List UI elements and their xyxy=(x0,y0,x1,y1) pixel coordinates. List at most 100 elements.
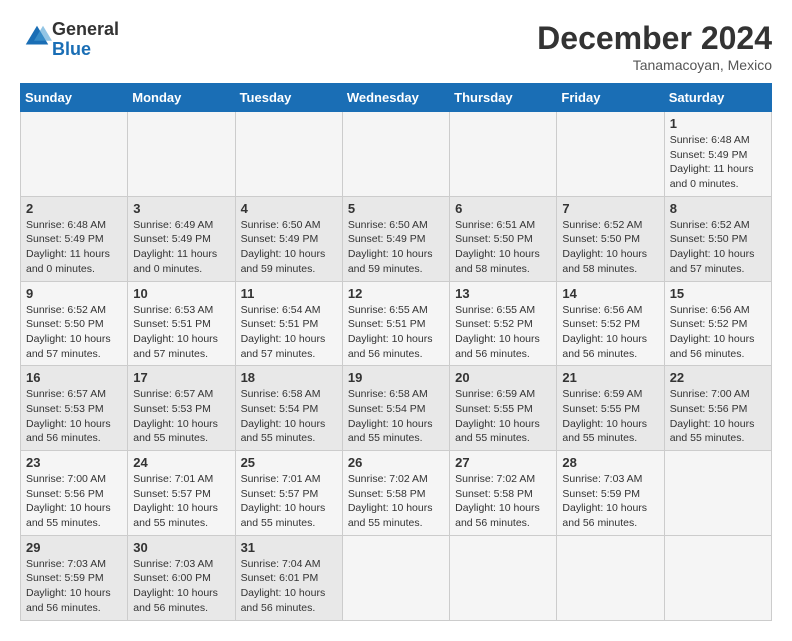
calendar-cell: 8Sunrise: 6:52 AMSunset: 5:50 PMDaylight… xyxy=(664,196,771,281)
day-info: Sunrise: 6:55 AMSunset: 5:52 PMDaylight:… xyxy=(455,303,551,362)
calendar-cell: 11 Sunrise: 6:54 AMSunset: 5:51 PMDayligh… xyxy=(235,281,342,366)
day-info: Sunrise: 6:54 AMSunset: 5:51 PMDaylight:… xyxy=(241,303,337,362)
day-info: Sunrise: 6:50 AMSunset: 5:49 PMDaylight:… xyxy=(241,218,337,277)
calendar-week-row: 16 Sunrise: 6:57 AMSunset: 5:53 PMDayligh… xyxy=(21,366,772,451)
day-number: 24 xyxy=(133,455,229,470)
day-info: Sunrise: 6:59 AMSunset: 5:55 PMDaylight:… xyxy=(455,387,551,446)
day-number: 19 xyxy=(348,370,444,385)
calendar-cell: 10 Sunrise: 6:53 AMSunset: 5:51 PMDayligh… xyxy=(128,281,235,366)
calendar-cell: 30 Sunrise: 7:03 AMSunset: 6:00 PMDayligh… xyxy=(128,535,235,620)
day-number: 29 xyxy=(26,540,122,555)
day-info: Sunrise: 6:58 AMSunset: 5:54 PMDaylight:… xyxy=(241,387,337,446)
day-info: Sunrise: 6:58 AMSunset: 5:54 PMDaylight:… xyxy=(348,387,444,446)
day-info: Sunrise: 7:00 AMSunset: 5:56 PMDaylight:… xyxy=(670,387,766,446)
day-info: Sunrise: 7:03 AMSunset: 6:00 PMDaylight:… xyxy=(133,557,229,616)
logo-icon xyxy=(22,22,52,52)
weekday-row: SundayMondayTuesdayWednesdayThursdayFrid… xyxy=(21,84,772,112)
weekday-header: Wednesday xyxy=(342,84,449,112)
calendar-cell: 16 Sunrise: 6:57 AMSunset: 5:53 PMDayligh… xyxy=(21,366,128,451)
day-number: 5 xyxy=(348,201,444,216)
calendar-cell: 26 Sunrise: 7:02 AMSunset: 5:58 PMDayligh… xyxy=(342,451,449,536)
day-number: 20 xyxy=(455,370,551,385)
day-info: Sunrise: 7:03 AMSunset: 5:59 PMDaylight:… xyxy=(26,557,122,616)
calendar-cell: 17Sunrise: 6:57 AMSunset: 5:53 PMDayligh… xyxy=(128,366,235,451)
weekday-header: Sunday xyxy=(21,84,128,112)
day-number: 12 xyxy=(348,286,444,301)
calendar-cell: 13 Sunrise: 6:55 AMSunset: 5:52 PMDayligh… xyxy=(450,281,557,366)
day-number: 15 xyxy=(670,286,766,301)
day-info: Sunrise: 6:57 AMSunset: 5:53 PMDaylight:… xyxy=(133,387,229,446)
logo: General Blue xyxy=(20,20,119,60)
day-info: Sunrise: 6:50 AMSunset: 5:49 PMDaylight:… xyxy=(348,218,444,277)
calendar-cell xyxy=(450,112,557,197)
day-number: 22 xyxy=(670,370,766,385)
day-number: 23 xyxy=(26,455,122,470)
day-number: 16 xyxy=(26,370,122,385)
day-info: Sunrise: 6:51 AMSunset: 5:50 PMDaylight:… xyxy=(455,218,551,277)
calendar-cell: 12Sunrise: 6:55 AMSunset: 5:51 PMDayligh… xyxy=(342,281,449,366)
day-info: Sunrise: 6:52 AMSunset: 5:50 PMDaylight:… xyxy=(562,218,658,277)
day-info: Sunrise: 6:53 AMSunset: 5:51 PMDaylight:… xyxy=(133,303,229,362)
day-info: Sunrise: 6:48 AMSunset: 5:49 PMDaylight:… xyxy=(670,133,766,192)
calendar-cell xyxy=(664,535,771,620)
calendar-cell: 1Sunrise: 6:48 AMSunset: 5:49 PMDaylight… xyxy=(664,112,771,197)
calendar-cell: 3Sunrise: 6:49 AMSunset: 5:49 PMDaylight… xyxy=(128,196,235,281)
calendar-week-row: 23Sunrise: 7:00 AMSunset: 5:56 PMDayligh… xyxy=(21,451,772,536)
calendar-cell: 20 Sunrise: 6:59 AMSunset: 5:55 PMDayligh… xyxy=(450,366,557,451)
day-info: Sunrise: 6:56 AMSunset: 5:52 PMDaylight:… xyxy=(562,303,658,362)
calendar-week-row: 1Sunrise: 6:48 AMSunset: 5:49 PMDaylight… xyxy=(21,112,772,197)
calendar-cell xyxy=(557,112,664,197)
calendar-cell: 6 Sunrise: 6:51 AMSunset: 5:50 PMDaylight… xyxy=(450,196,557,281)
weekday-header: Friday xyxy=(557,84,664,112)
day-info: Sunrise: 7:03 AMSunset: 5:59 PMDaylight:… xyxy=(562,472,658,531)
calendar-cell: 22 Sunrise: 7:00 AMSunset: 5:56 PMDayligh… xyxy=(664,366,771,451)
calendar-cell: 28Sunrise: 7:03 AMSunset: 5:59 PMDayligh… xyxy=(557,451,664,536)
day-number: 14 xyxy=(562,286,658,301)
calendar-week-row: 29 Sunrise: 7:03 AMSunset: 5:59 PMDayligh… xyxy=(21,535,772,620)
weekday-header: Monday xyxy=(128,84,235,112)
calendar-cell: 29 Sunrise: 7:03 AMSunset: 5:59 PMDayligh… xyxy=(21,535,128,620)
day-info: Sunrise: 6:57 AMSunset: 5:53 PMDaylight:… xyxy=(26,387,122,446)
day-info: Sunrise: 6:48 AMSunset: 5:49 PMDaylight:… xyxy=(26,218,122,277)
day-number: 7 xyxy=(562,201,658,216)
calendar-cell: 23Sunrise: 7:00 AMSunset: 5:56 PMDayligh… xyxy=(21,451,128,536)
calendar-cell: 21 Sunrise: 6:59 AMSunset: 5:55 PMDayligh… xyxy=(557,366,664,451)
page-header: General Blue December 2024 Tanamacoyan, … xyxy=(20,20,772,73)
calendar-cell: 31Sunrise: 7:04 AMSunset: 6:01 PMDayligh… xyxy=(235,535,342,620)
day-number: 30 xyxy=(133,540,229,555)
day-number: 21 xyxy=(562,370,658,385)
calendar-cell: 2Sunrise: 6:48 AMSunset: 5:49 PMDaylight… xyxy=(21,196,128,281)
logo-text: General Blue xyxy=(52,20,119,60)
weekday-header: Saturday xyxy=(664,84,771,112)
calendar-cell: 24 Sunrise: 7:01 AMSunset: 5:57 PMDayligh… xyxy=(128,451,235,536)
calendar-cell: 14 Sunrise: 6:56 AMSunset: 5:52 PMDayligh… xyxy=(557,281,664,366)
calendar-cell xyxy=(235,112,342,197)
day-info: Sunrise: 7:02 AMSunset: 5:58 PMDaylight:… xyxy=(348,472,444,531)
weekday-header: Tuesday xyxy=(235,84,342,112)
day-number: 9 xyxy=(26,286,122,301)
calendar-cell xyxy=(342,112,449,197)
day-number: 26 xyxy=(348,455,444,470)
day-number: 11 xyxy=(241,286,337,301)
day-number: 6 xyxy=(455,201,551,216)
day-info: Sunrise: 6:59 AMSunset: 5:55 PMDaylight:… xyxy=(562,387,658,446)
day-number: 18 xyxy=(241,370,337,385)
calendar-cell xyxy=(450,535,557,620)
calendar-cell: 9Sunrise: 6:52 AMSunset: 5:50 PMDaylight… xyxy=(21,281,128,366)
day-number: 10 xyxy=(133,286,229,301)
day-info: Sunrise: 7:04 AMSunset: 6:01 PMDaylight:… xyxy=(241,557,337,616)
calendar-cell: 5 Sunrise: 6:50 AMSunset: 5:49 PMDaylight… xyxy=(342,196,449,281)
calendar-week-row: 2Sunrise: 6:48 AMSunset: 5:49 PMDaylight… xyxy=(21,196,772,281)
title-block: December 2024 Tanamacoyan, Mexico xyxy=(537,20,772,73)
calendar-cell: 27Sunrise: 7:02 AMSunset: 5:58 PMDayligh… xyxy=(450,451,557,536)
calendar-body: 1Sunrise: 6:48 AMSunset: 5:49 PMDaylight… xyxy=(21,112,772,621)
day-number: 13 xyxy=(455,286,551,301)
day-info: Sunrise: 7:01 AMSunset: 5:57 PMDaylight:… xyxy=(133,472,229,531)
weekday-header: Thursday xyxy=(450,84,557,112)
calendar-cell: 7 Sunrise: 6:52 AMSunset: 5:50 PMDaylight… xyxy=(557,196,664,281)
calendar-cell xyxy=(21,112,128,197)
day-info: Sunrise: 7:02 AMSunset: 5:58 PMDaylight:… xyxy=(455,472,551,531)
calendar-cell xyxy=(342,535,449,620)
calendar-cell: 25Sunrise: 7:01 AMSunset: 5:57 PMDayligh… xyxy=(235,451,342,536)
day-info: Sunrise: 6:52 AMSunset: 5:50 PMDaylight:… xyxy=(670,218,766,277)
